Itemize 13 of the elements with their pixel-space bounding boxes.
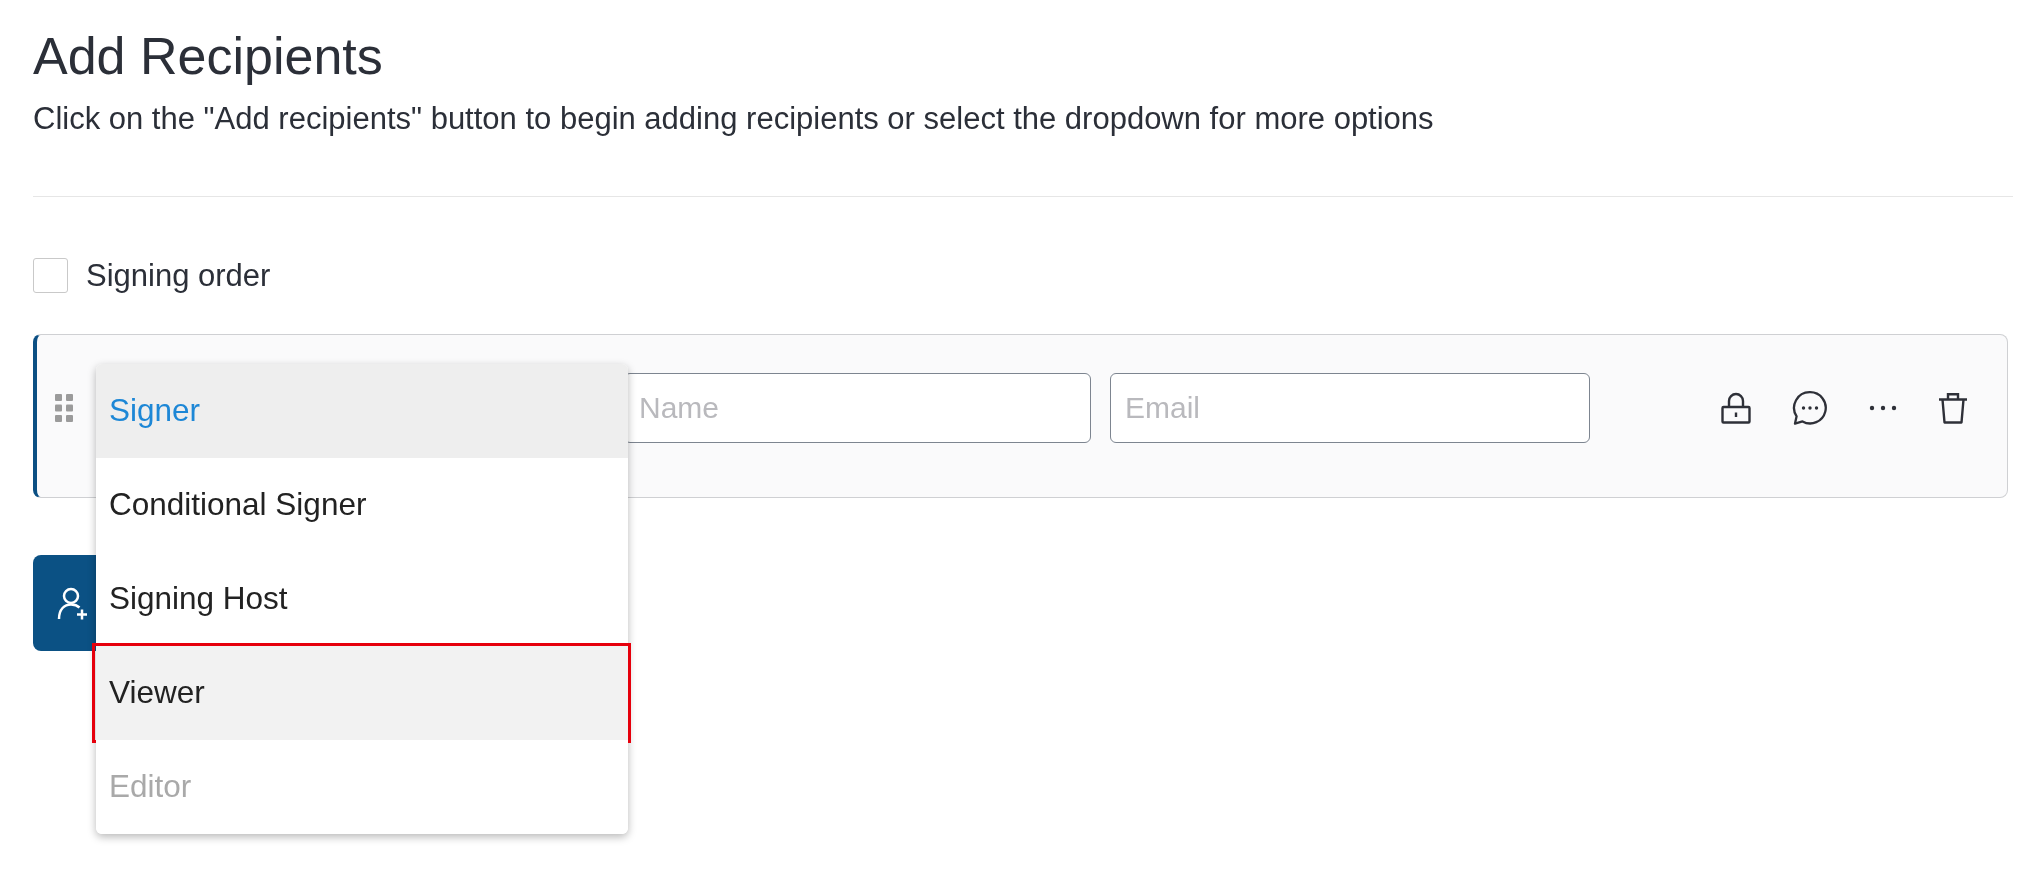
person-add-icon <box>57 585 89 620</box>
more-options-icon[interactable] <box>1869 404 1897 411</box>
signing-order-checkbox[interactable] <box>33 257 68 293</box>
lock-icon[interactable] <box>1721 391 1751 424</box>
drag-handle-icon[interactable] <box>55 393 73 422</box>
menu-item[interactable]: Conditional Signer <box>96 457 628 552</box>
trash-icon[interactable] <box>1938 391 1968 424</box>
menu-item[interactable]: Signing Host <box>96 551 628 646</box>
email-field[interactable]: Email <box>1110 372 1590 443</box>
page-title: Add Recipients <box>33 26 383 87</box>
speech-bubble-icon[interactable] <box>1792 389 1828 426</box>
signing-order-label: Signing order <box>86 256 271 294</box>
page-description: Click on the "Add recipients" button to begin adding recipients or select the dropdown for more options <box>33 100 1434 139</box>
